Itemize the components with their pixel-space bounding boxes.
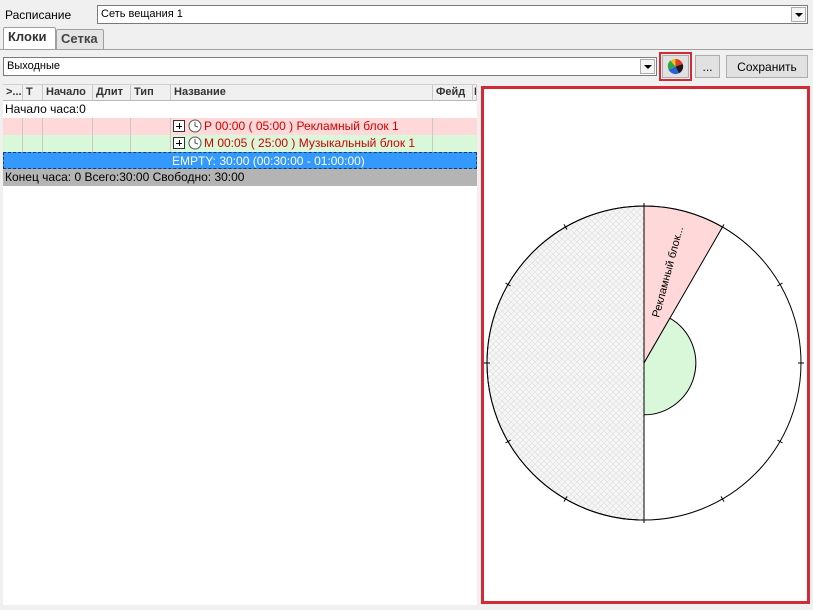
column-fade[interactable]: Фейд xyxy=(433,85,473,101)
pie-chart-icon xyxy=(667,58,684,75)
table-row[interactable]: M 00:05 ( 25:00 ) Музыкальный блок 1 xyxy=(3,135,477,152)
clock-icon xyxy=(188,119,202,133)
schedule-select[interactable]: Сеть вещания 1 xyxy=(97,5,808,24)
schedule-select-value: Сеть вещания 1 xyxy=(101,8,183,20)
pie-tick xyxy=(720,496,725,502)
clock-icon xyxy=(188,136,202,150)
expand-icon[interactable] xyxy=(173,137,185,149)
clock-pie-panel: Рекламный блок... xyxy=(481,86,810,604)
column-start[interactable]: Начало xyxy=(43,85,93,101)
column-extra[interactable]: I xyxy=(473,85,477,101)
hour-end-row: Конец часа: 0 Всего:30:00 Свободно: 30:0… xyxy=(3,169,477,186)
table-row[interactable]: P 00:00 ( 05:00 ) Рекламный блок 1 xyxy=(3,118,477,135)
row-title: P 00:00 ( 05:00 ) Рекламный блок 1 xyxy=(204,119,399,133)
empty-row-text: EMPTY: 30:00 (00:30:00 - 01:00:00) xyxy=(172,154,365,168)
empty-row[interactable]: EMPTY: 30:00 (00:30:00 - 01:00:00) xyxy=(3,152,477,169)
column-type-t[interactable]: Т xyxy=(23,85,43,101)
chevron-down-icon[interactable] xyxy=(640,59,655,74)
expand-icon[interactable] xyxy=(173,120,185,132)
chevron-down-icon[interactable] xyxy=(791,7,806,22)
clock-pie-chart: Рекламный блок... xyxy=(484,203,804,523)
grid-header: >... Т Начало Длит Тип Название Фейд I xyxy=(3,84,477,101)
row-title: M 00:05 ( 25:00 ) Музыкальный блок 1 xyxy=(204,136,416,150)
pie-view-button[interactable] xyxy=(662,55,689,78)
column-duration[interactable]: Длит xyxy=(93,85,131,101)
column-type[interactable]: Тип xyxy=(131,85,171,101)
hour-start-row: Начало часа:0 xyxy=(5,102,86,116)
more-button[interactable]: ... xyxy=(695,55,720,78)
save-button[interactable]: Сохранить xyxy=(726,55,808,78)
pie-tick xyxy=(777,439,783,444)
tab-clocks[interactable]: Клоки xyxy=(3,27,56,50)
pie-tick xyxy=(777,282,783,287)
schedule-label: Расписание xyxy=(5,8,72,22)
tab-divider xyxy=(0,49,813,50)
pie-segment-2[interactable] xyxy=(486,205,645,521)
clock-grid: Начало часа:0 P 00:00 ( 05:00 ) Рекламны… xyxy=(3,101,477,605)
column-expand[interactable]: >... xyxy=(3,85,23,101)
column-name[interactable]: Название xyxy=(171,85,433,101)
clock-select-value: Выходные xyxy=(7,60,61,72)
clock-select[interactable]: Выходные xyxy=(3,57,657,76)
tab-grid[interactable]: Сетка xyxy=(56,29,104,49)
